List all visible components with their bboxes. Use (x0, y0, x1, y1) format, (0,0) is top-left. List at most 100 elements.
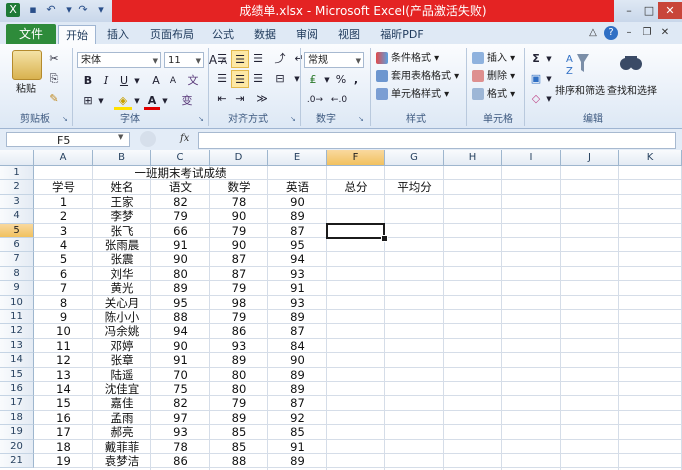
paste-icon[interactable] (12, 50, 42, 80)
italic-button[interactable]: I (98, 72, 114, 90)
math-score-cell[interactable]: 80 (210, 382, 268, 396)
tab-data[interactable]: 数据 (248, 25, 282, 44)
tab-home[interactable]: 开始 (58, 25, 96, 45)
wen-icon[interactable]: 变 (178, 92, 196, 110)
chinese-score-cell[interactable]: 79 (151, 209, 210, 223)
merge-center-icon[interactable]: ⊟ (270, 70, 290, 88)
grow-a-icon[interactable]: A (148, 72, 164, 90)
column-header-A[interactable]: A (34, 150, 93, 166)
english-score-cell[interactable]: 87 (268, 324, 327, 338)
formula-input[interactable] (198, 132, 676, 149)
math-score-cell[interactable]: 79 (210, 224, 268, 238)
name-box-dropdown-icon[interactable]: ▼ (118, 133, 123, 141)
column-header-E[interactable]: E (268, 150, 327, 166)
row-header-2[interactable]: 2 (0, 180, 34, 195)
font-name-select[interactable]: 宋体 ▼ (77, 52, 161, 68)
chinese-score-cell[interactable]: 82 (151, 396, 210, 410)
student-id-cell[interactable]: 6 (34, 267, 93, 281)
student-name-cell[interactable]: 张震 (93, 252, 151, 266)
header-cell[interactable]: 总分 (327, 180, 385, 194)
math-score-cell[interactable]: 80 (210, 368, 268, 382)
clipboard-launcher-icon[interactable]: ↘ (62, 115, 70, 123)
align-center-icon[interactable]: ☰ (231, 70, 249, 88)
fill-icon[interactable]: ▣ (528, 70, 544, 88)
student-name-cell[interactable]: 陈小小 (93, 310, 151, 324)
bold-button[interactable]: B (80, 72, 96, 90)
student-name-cell[interactable]: 孟雨 (93, 411, 151, 425)
english-score-cell[interactable]: 90 (268, 195, 327, 209)
student-name-cell[interactable]: 王家 (93, 195, 151, 209)
doc-close-icon[interactable]: ✕ (658, 26, 672, 40)
math-score-cell[interactable]: 90 (210, 209, 268, 223)
doc-restore-icon[interactable]: ❐ (640, 26, 654, 40)
fill-color-icon[interactable]: ◈ (114, 92, 132, 110)
insert-cells-button[interactable]: 插入 ▾ (472, 50, 515, 67)
english-score-cell[interactable]: 91 (268, 281, 327, 295)
student-id-cell[interactable]: 15 (34, 396, 93, 410)
row-header-7[interactable]: 7 (0, 252, 34, 267)
student-id-cell[interactable]: 10 (34, 324, 93, 338)
worksheet-grid[interactable]: A B C D E F G H I J K 1 2 3 4 5 6 7 8 9 10 11 12 13 14 15 16 17 18 19… (0, 150, 682, 470)
english-score-cell[interactable]: 91 (268, 440, 327, 454)
header-cell[interactable]: 数学 (210, 180, 268, 194)
decrease-decimal-icon[interactable]: ←.0 (328, 91, 350, 109)
underline-dropdown-icon[interactable]: ▼ (132, 72, 142, 90)
student-name-cell[interactable]: 张飞 (93, 224, 151, 238)
student-id-cell[interactable]: 14 (34, 382, 93, 396)
close-button[interactable]: ✕ (658, 2, 682, 19)
decrease-indent-icon[interactable]: ⇤ (213, 90, 231, 108)
clear-icon[interactable]: ◇ (528, 90, 544, 108)
column-header-I[interactable]: I (502, 150, 561, 166)
clear-dropdown-icon[interactable]: ▼ (544, 90, 554, 108)
row-header-4[interactable]: 4 (0, 209, 34, 224)
english-score-cell[interactable]: 89 (268, 382, 327, 396)
maximize-button[interactable]: □ (638, 2, 660, 19)
student-name-cell[interactable]: 郝亮 (93, 425, 151, 439)
english-score-cell[interactable]: 89 (268, 454, 327, 468)
math-score-cell[interactable]: 93 (210, 339, 268, 353)
font-launcher-icon[interactable]: ↘ (198, 115, 206, 123)
undo-icon[interactable]: ↶ (44, 3, 58, 17)
student-id-cell[interactable]: 13 (34, 368, 93, 382)
chinese-score-cell[interactable]: 94 (151, 324, 210, 338)
student-name-cell[interactable]: 黄光 (93, 281, 151, 295)
autosum-icon[interactable]: Σ (528, 50, 544, 68)
undo-dropdown-icon[interactable]: ▾ (62, 3, 76, 17)
chinese-score-cell[interactable]: 86 (151, 454, 210, 468)
row-header-16[interactable]: 16 (0, 382, 34, 397)
english-score-cell[interactable]: 84 (268, 339, 327, 353)
sort-filter-icon[interactable]: AZ (565, 50, 591, 78)
row-header-21[interactable]: 21 (0, 454, 34, 469)
column-header-G[interactable]: G (385, 150, 444, 166)
student-id-cell[interactable]: 11 (34, 339, 93, 353)
find-select-button[interactable]: 查找和选择 (606, 82, 658, 97)
cell-styles-button[interactable]: 单元格样式 ▾ (376, 86, 449, 103)
column-header-H[interactable]: H (444, 150, 502, 166)
chinese-score-cell[interactable]: 97 (151, 411, 210, 425)
fill-dropdown-icon[interactable]: ▼ (544, 70, 554, 88)
copy-icon[interactable]: ⎘ (46, 70, 62, 88)
number-launcher-icon[interactable]: ↘ (358, 115, 366, 123)
increase-indent-icon[interactable]: ⇥ (231, 90, 249, 108)
column-header-J[interactable]: J (561, 150, 619, 166)
student-id-cell[interactable]: 4 (34, 238, 93, 252)
tab-view[interactable]: 视图 (332, 25, 366, 44)
math-score-cell[interactable]: 79 (210, 281, 268, 295)
row-header-10[interactable]: 10 (0, 295, 34, 310)
row-header-18[interactable]: 18 (0, 410, 34, 426)
english-score-cell[interactable]: 89 (268, 209, 327, 223)
student-name-cell[interactable]: 张雨晨 (93, 238, 151, 252)
math-score-cell[interactable]: 87 (210, 267, 268, 281)
student-name-cell[interactable]: 袁梦洁 (93, 454, 151, 468)
row-header-9[interactable]: 9 (0, 281, 34, 296)
chinese-score-cell[interactable]: 78 (151, 440, 210, 454)
student-id-cell[interactable]: 9 (34, 310, 93, 324)
row-header-15[interactable]: 15 (0, 367, 34, 382)
percent-button[interactable]: % (334, 71, 348, 89)
student-id-cell[interactable]: 3 (34, 224, 93, 238)
student-name-cell[interactable]: 张章 (93, 353, 151, 367)
column-header-F[interactable]: F (327, 150, 385, 166)
collapse-ribbon-icon[interactable]: △ (586, 26, 600, 40)
comma-button[interactable]: , (350, 71, 362, 89)
math-score-cell[interactable]: 89 (210, 353, 268, 367)
